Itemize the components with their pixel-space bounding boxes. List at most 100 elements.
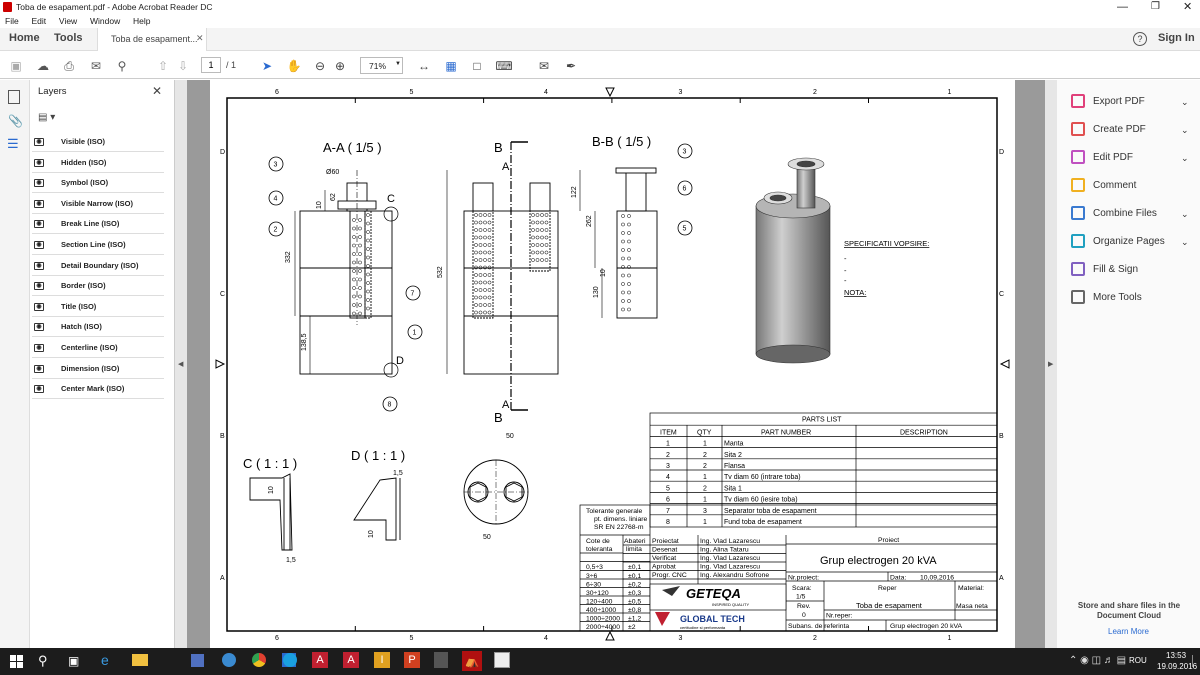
- panel-splitter[interactable]: ◀: [175, 80, 187, 648]
- eye-icon[interactable]: ◉: [34, 241, 44, 249]
- layer-item[interactable]: ◉ Hidden (ISO): [32, 153, 164, 173]
- layer-item[interactable]: ◉ Center Mark (ISO): [32, 379, 164, 400]
- layer-item[interactable]: ◉ Visible (ISO): [32, 132, 164, 152]
- layer-item[interactable]: ◉ Detail Boundary (ISO): [32, 256, 164, 276]
- document-tab[interactable]: Toba de esapament... ✕: [97, 28, 207, 51]
- collapse-left-icon[interactable]: ◀: [178, 360, 183, 368]
- tool-fill-sign[interactable]: Fill & Sign: [1071, 262, 1138, 278]
- task-view-icon[interactable]: ▣: [68, 654, 79, 668]
- layer-item[interactable]: ◉ Symbol (ISO): [32, 173, 164, 194]
- autodesk-icon[interactable]: A: [343, 652, 359, 668]
- close-panel-icon[interactable]: ✕: [152, 84, 162, 98]
- eye-icon[interactable]: ◉: [34, 158, 44, 167]
- chevron-down-icon[interactable]: ⌄: [1181, 234, 1189, 250]
- eye-icon[interactable]: ◉: [34, 385, 44, 394]
- search-icon[interactable]: ⚲: [113, 57, 131, 75]
- hand-tool-icon[interactable]: ✋: [285, 57, 303, 75]
- save-disk-icon[interactable]: [191, 654, 204, 667]
- minimize-button[interactable]: —: [1117, 0, 1128, 14]
- menu-edit[interactable]: Edit: [31, 16, 46, 26]
- notifications-icon[interactable]: [1192, 655, 1198, 667]
- fit-width-icon[interactable]: ↔: [415, 57, 433, 75]
- chevron-down-icon[interactable]: ⌄: [1181, 150, 1189, 166]
- close-button[interactable]: ✕: [1183, 0, 1192, 14]
- layers-icon[interactable]: ☰: [7, 136, 19, 152]
- layer-item[interactable]: ◉ Break Line (ISO): [32, 214, 164, 235]
- chrome-icon[interactable]: [252, 653, 266, 667]
- layer-item[interactable]: ◉ Section Line (ISO): [32, 235, 164, 255]
- chevron-down-icon[interactable]: ⌄: [1181, 122, 1189, 138]
- email-icon[interactable]: ✉: [87, 57, 105, 75]
- tool-organize-pages[interactable]: Organize Pages ⌄: [1071, 234, 1189, 250]
- file-explorer-icon[interactable]: [132, 654, 148, 666]
- fit-page-icon[interactable]: ▦: [442, 57, 460, 75]
- collapse-right-icon[interactable]: ▶: [1048, 360, 1053, 368]
- eye-icon[interactable]: ◉: [34, 282, 44, 291]
- page-thumbnails-icon[interactable]: [8, 90, 20, 104]
- eye-icon[interactable]: ◉: [34, 302, 44, 311]
- menu-help[interactable]: Help: [133, 16, 150, 26]
- layer-item[interactable]: ◉ Title (ISO): [32, 297, 164, 317]
- keyboard-icon[interactable]: ⌨: [495, 57, 513, 75]
- tool-create-pdf[interactable]: Create PDF ⌄: [1071, 122, 1189, 138]
- eye-icon[interactable]: ◉: [34, 220, 44, 229]
- tool-more-tools[interactable]: More Tools: [1071, 290, 1142, 306]
- chevron-down-icon[interactable]: ⌄: [1181, 94, 1189, 110]
- upload-cloud-icon[interactable]: ☁: [34, 57, 52, 75]
- photos-icon[interactable]: [494, 652, 510, 668]
- maximize-button[interactable]: ❐: [1151, 0, 1160, 14]
- right-splitter[interactable]: ▶: [1045, 80, 1057, 648]
- eye-icon[interactable]: ◉: [34, 138, 44, 146]
- eye-icon[interactable]: ◉: [34, 261, 44, 270]
- acrobat-icon[interactable]: ⛺: [462, 651, 482, 671]
- globe-icon[interactable]: [222, 653, 236, 667]
- edge-icon[interactable]: e: [101, 652, 109, 668]
- layer-item[interactable]: ◉ Visible Narrow (ISO): [32, 194, 164, 214]
- learn-more-link[interactable]: Learn More: [1057, 627, 1200, 636]
- page-number-input[interactable]: [201, 57, 221, 73]
- eye-icon[interactable]: ◉: [34, 364, 44, 373]
- eye-icon[interactable]: ◉: [34, 199, 44, 208]
- tools-tab[interactable]: Tools: [54, 32, 83, 44]
- menu-file[interactable]: File: [5, 16, 19, 26]
- close-tab-icon[interactable]: ✕: [196, 33, 204, 44]
- layer-options-icon[interactable]: ▤ ▾: [38, 112, 55, 123]
- attachments-icon[interactable]: 📎: [8, 114, 23, 128]
- tray-icons[interactable]: ⌃ ◉ ◫ ♬ ▤: [1069, 655, 1126, 666]
- home-tab[interactable]: Home: [9, 32, 40, 44]
- eye-icon[interactable]: ◉: [34, 323, 44, 332]
- comment-icon[interactable]: ✉: [535, 57, 553, 75]
- layer-item[interactable]: ◉ Dimension (ISO): [32, 359, 164, 379]
- tool-edit-pdf[interactable]: Edit PDF ⌄: [1071, 150, 1189, 166]
- tool-export-pdf[interactable]: Export PDF ⌄: [1071, 94, 1189, 110]
- prev-page-icon[interactable]: ⇧: [154, 57, 172, 75]
- skype-icon[interactable]: [283, 653, 297, 667]
- tool-combine-files[interactable]: Combine Files ⌄: [1071, 206, 1189, 222]
- zoom-out-icon[interactable]: ⊖: [311, 57, 329, 75]
- sign-pen-icon[interactable]: ✒: [562, 57, 580, 75]
- help-icon[interactable]: ?: [1133, 32, 1147, 46]
- powerpoint-icon[interactable]: P: [404, 652, 420, 668]
- menu-view[interactable]: View: [59, 16, 77, 26]
- zoom-in-icon[interactable]: ⊕: [331, 57, 349, 75]
- full-screen-icon[interactable]: □: [468, 57, 486, 75]
- select-cursor-icon[interactable]: ➤: [258, 57, 276, 75]
- inventor-icon[interactable]: I: [374, 652, 390, 668]
- save-icon[interactable]: ▣: [7, 57, 25, 75]
- chevron-down-icon[interactable]: ⌄: [1181, 206, 1189, 222]
- autocad-icon[interactable]: A: [312, 652, 328, 668]
- layer-item[interactable]: ◉ Border (ISO): [32, 276, 164, 297]
- layer-item[interactable]: ◉ Hatch (ISO): [32, 317, 164, 338]
- eye-icon[interactable]: ◉: [34, 179, 44, 188]
- calculator-icon[interactable]: [434, 652, 448, 668]
- zoom-select[interactable]: 71% ▼: [360, 57, 403, 74]
- keyboard-language[interactable]: ROU: [1129, 656, 1147, 665]
- sign-in-link[interactable]: Sign In: [1158, 32, 1195, 44]
- eye-icon[interactable]: ◉: [34, 344, 44, 352]
- clock-time[interactable]: 13:53: [1166, 651, 1186, 660]
- next-page-icon[interactable]: ⇩: [174, 57, 192, 75]
- print-icon[interactable]: ⎙: [60, 57, 78, 75]
- search-icon[interactable]: ⚲: [38, 653, 48, 669]
- tool-comment[interactable]: Comment: [1071, 178, 1136, 194]
- menu-window[interactable]: Window: [90, 16, 120, 26]
